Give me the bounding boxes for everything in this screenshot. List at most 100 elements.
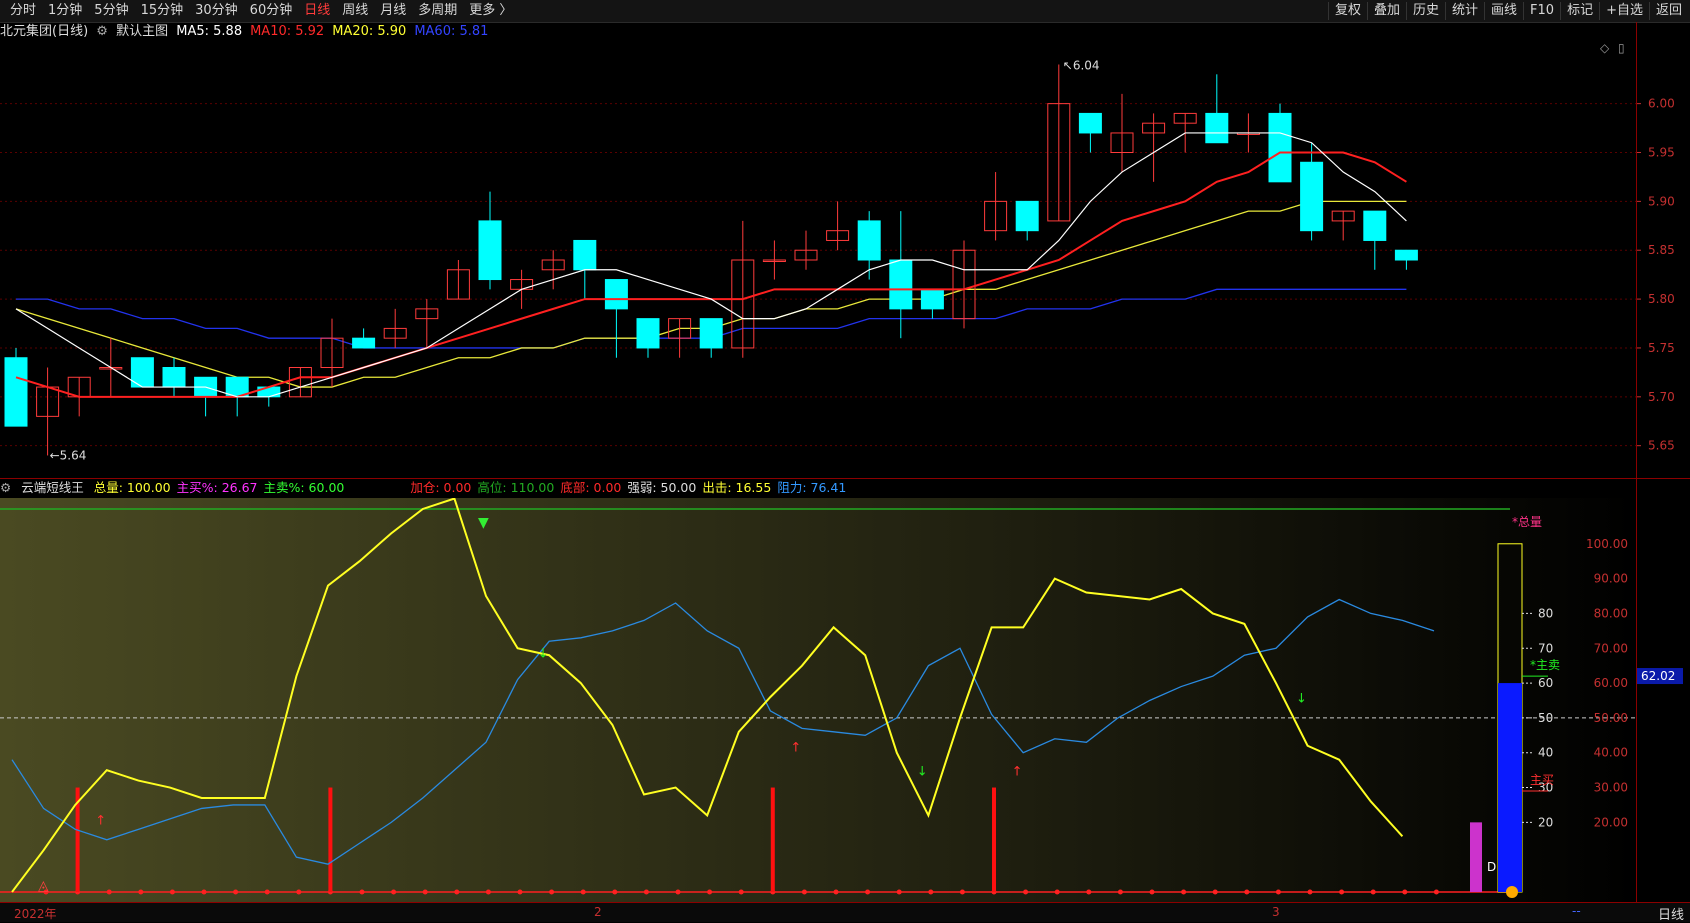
settings-icon[interactable]: ⚙ xyxy=(96,24,108,39)
candle-body xyxy=(920,288,944,310)
tool-button-5[interactable]: F10 xyxy=(1523,2,1560,20)
bottom-bar: 2022年 2 3 -- 日线 xyxy=(0,902,1690,923)
price-tick: 6.00 xyxy=(1648,97,1675,111)
diamond-icon: ◇ xyxy=(1600,42,1610,55)
sell-arrow-icon: ↓ xyxy=(1296,692,1307,707)
current-value: 62.02 xyxy=(1641,669,1675,683)
indicator-field-0: 总量: 100.00 xyxy=(93,480,171,495)
indicator-icon[interactable]: ⚙ xyxy=(0,480,11,495)
tab-period-5[interactable]: 60分钟 xyxy=(244,2,299,20)
indicator-field-8: 阻力: 76.41 xyxy=(777,480,847,495)
candlestick-chart[interactable]: 6.00 5.95 5.90 5.85 5.80 5.75 5.70 5.65 ↖6.04 ←5.… xyxy=(0,42,1690,478)
indicator-name[interactable]: 云端短线王 xyxy=(21,480,84,495)
base-dot xyxy=(1370,889,1376,895)
candle-body xyxy=(4,357,28,427)
price-tick: 5.80 xyxy=(1648,292,1675,306)
toolbar-right: 复权 叠加 历史 统计 画线 F10 标记 +自选 返回 xyxy=(1327,2,1688,20)
date-label-2: 2 xyxy=(594,905,602,919)
base-dot xyxy=(517,889,523,895)
price-tick: 5.95 xyxy=(1648,146,1675,160)
indicator-chart[interactable]: 100.00 90.00 80.00 70.00 60.00 50.00 40.00 30.0… xyxy=(0,498,1690,902)
candle-body xyxy=(1363,210,1387,241)
ma-label-0: MA5: 5.88 xyxy=(176,24,243,39)
sell-arrow-icon: ↓ xyxy=(917,765,928,780)
gauge-tick: 40 xyxy=(1538,746,1553,760)
tool-button-0[interactable]: 复权 xyxy=(1327,2,1367,20)
tab-period-2[interactable]: 5分钟 xyxy=(88,2,134,20)
smile-icon xyxy=(1506,886,1518,898)
bottom-dash: -- xyxy=(1572,904,1581,918)
price-tick: 5.85 xyxy=(1648,243,1675,257)
tool-button-8[interactable]: 返回 xyxy=(1648,2,1688,20)
template-name[interactable]: 默认主图 xyxy=(116,24,168,39)
tab-period-1[interactable]: 1分钟 xyxy=(42,2,88,20)
gauge-tick: 80 xyxy=(1538,606,1553,620)
base-dot xyxy=(1433,889,1439,895)
base-dot xyxy=(738,889,744,895)
gauge-tick: 60 xyxy=(1538,676,1553,690)
ma-legend: MA5: 5.88 MA10: 5.92 MA20: 5.90 MA60: 5.81 xyxy=(176,24,496,39)
indicator-tick: 60.00 xyxy=(1594,676,1628,690)
base-dot xyxy=(1244,889,1250,895)
candle-body xyxy=(1268,112,1292,183)
base-dot xyxy=(454,889,460,895)
base-dot xyxy=(391,889,397,895)
tool-button-4[interactable]: 画线 xyxy=(1484,2,1523,20)
axis-divider xyxy=(1636,22,1637,902)
period-tabs: 分时 1分钟 5分钟 15分钟 30分钟 60分钟 日线 周线 月线 多周期 更多 〉 xyxy=(4,2,518,20)
base-dot xyxy=(1117,889,1123,895)
date-label-1: 2022年 xyxy=(14,907,57,921)
candle-body xyxy=(162,367,186,388)
price-tick: 5.70 xyxy=(1648,390,1675,404)
base-dot xyxy=(106,889,112,895)
high-price-label: ↖6.04 xyxy=(1063,59,1100,73)
tool-button-7[interactable]: +自选 xyxy=(1599,2,1649,20)
main-chart-info: 北元集团(日线) ⚙ 默认主图 MA5: 5.88 MA10: 5.92 MA20:… xyxy=(0,22,1636,42)
tab-period-9[interactable]: 多周期 xyxy=(412,2,463,20)
indicator-tick: 70.00 xyxy=(1594,641,1628,655)
tab-period-8[interactable]: 月线 xyxy=(374,2,412,20)
indicator-info: ⚙ 云端短线王 总量: 100.00 主买%: 26.67 主卖%: 60.00 加仓… xyxy=(0,478,1636,498)
signal-bar xyxy=(992,787,996,892)
tool-button-3[interactable]: 统计 xyxy=(1445,2,1484,20)
base-dot xyxy=(1086,889,1092,895)
bottom-period-button[interactable]: 日线 xyxy=(1658,904,1684,923)
tab-period-6[interactable]: 日线 xyxy=(298,2,336,20)
tool-button-2[interactable]: 历史 xyxy=(1405,2,1445,20)
candle-body xyxy=(889,259,913,310)
tab-period-10[interactable]: 更多 〉 xyxy=(463,2,518,20)
indicator-tick: 40.00 xyxy=(1594,746,1628,760)
tab-period-3[interactable]: 15分钟 xyxy=(135,2,190,20)
base-dot xyxy=(1023,889,1029,895)
ma-label-3: MA60: 5.81 xyxy=(414,24,489,39)
candle-body xyxy=(699,318,723,349)
base-dot xyxy=(833,889,839,895)
indicator-field-3: 加仓: 0.00 xyxy=(410,480,472,495)
tool-button-6[interactable]: 标记 xyxy=(1560,2,1599,20)
indicator-tick: 100.00 xyxy=(1586,537,1628,551)
candle-body xyxy=(857,220,881,261)
indicator-background xyxy=(0,498,1636,902)
stock-title: 北元集团(日线) xyxy=(0,24,89,39)
tab-period-0[interactable]: 分时 xyxy=(4,2,42,20)
buy-arrow-icon: ↑ xyxy=(95,813,106,828)
ma20-line xyxy=(15,200,1407,388)
base-dot xyxy=(296,889,302,895)
base-dot xyxy=(643,889,649,895)
gauge-d-label: D xyxy=(1487,860,1496,874)
base-dot xyxy=(549,889,555,895)
base-dot xyxy=(138,889,144,895)
buy-volume-bar xyxy=(1470,822,1482,892)
sell-arrow-icon: ↓ xyxy=(538,646,549,661)
base-dot xyxy=(707,889,713,895)
tab-period-7[interactable]: 周线 xyxy=(336,2,374,20)
base-dot xyxy=(1054,889,1060,895)
base-dot xyxy=(422,889,428,895)
window-icon: ▯ xyxy=(1618,42,1625,55)
candle-body xyxy=(1015,200,1039,232)
tab-period-4[interactable]: 30分钟 xyxy=(189,2,244,20)
tool-button-1[interactable]: 叠加 xyxy=(1366,2,1406,20)
indicator-tick: 20.00 xyxy=(1594,815,1628,829)
indicator-tick: 50.00 xyxy=(1594,711,1628,725)
signal-bar xyxy=(770,787,775,892)
